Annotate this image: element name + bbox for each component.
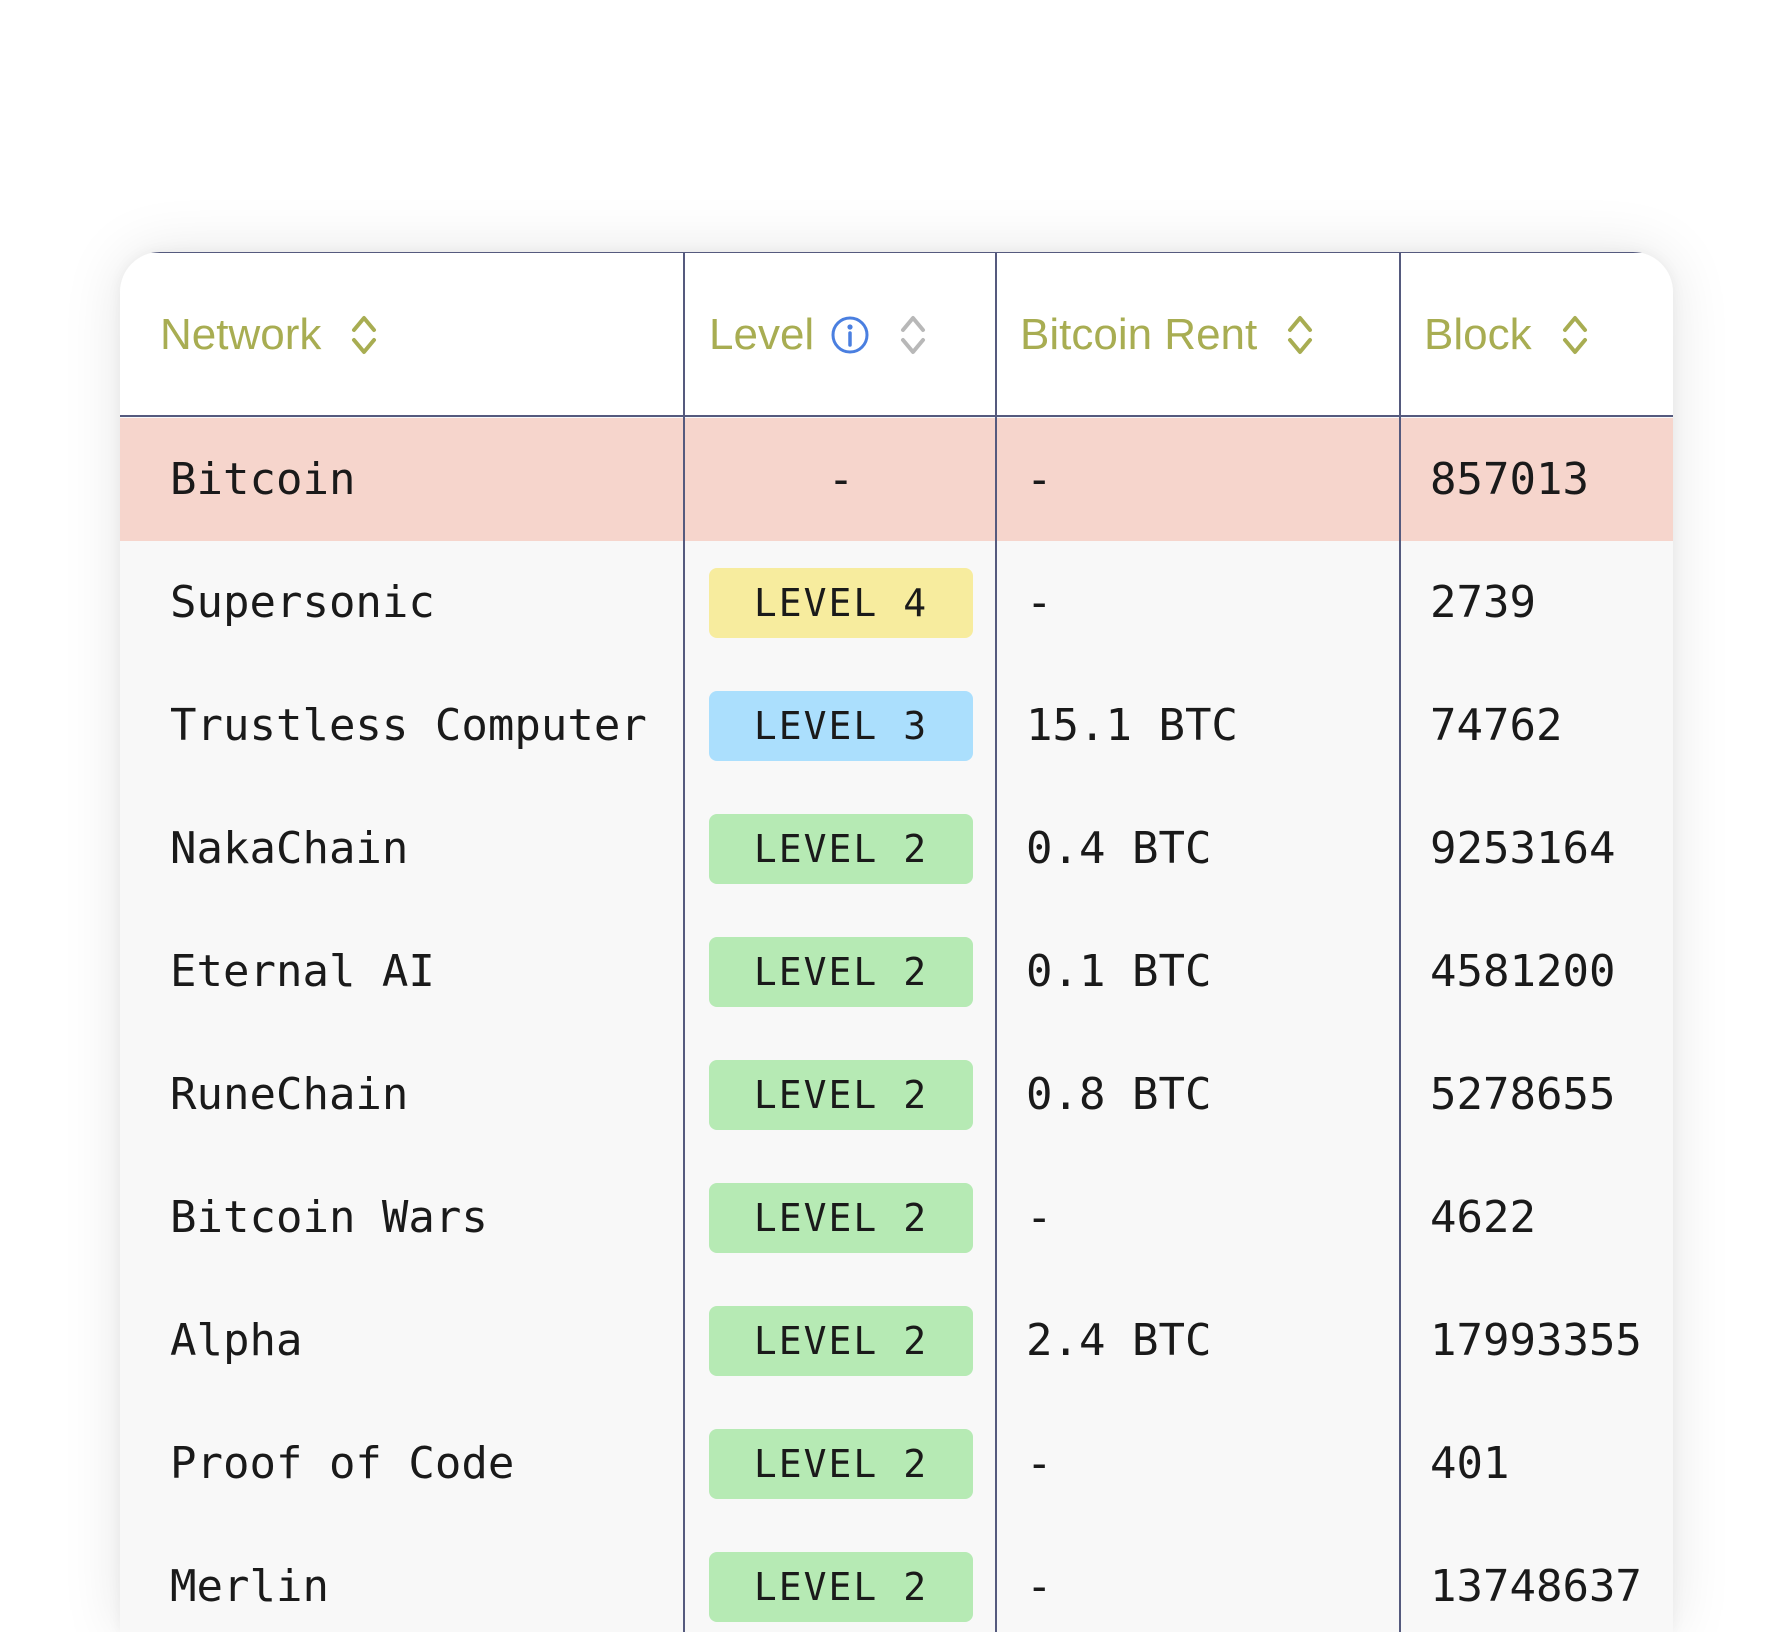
column-header-network[interactable]: Network: [160, 252, 379, 417]
column-header-bitcoin-rent[interactable]: Bitcoin Rent: [1020, 252, 1315, 417]
table-row[interactable]: Bitcoin - - 857013: [120, 418, 1673, 541]
level-cell: LEVEL 2: [709, 1402, 973, 1525]
sort-updown-icon[interactable]: [1285, 312, 1315, 358]
network-cell: Supersonic: [170, 577, 435, 628]
level-badge: LEVEL 2: [709, 1551, 973, 1622]
bitcoin-rent-cell: -: [1026, 1192, 1053, 1243]
bitcoin-rent-cell: 15.1 BTC: [1026, 700, 1238, 751]
column-header-label: Block: [1424, 309, 1532, 359]
level-cell: LEVEL 4: [709, 541, 973, 664]
level-cell: LEVEL 2: [709, 1156, 973, 1279]
block-cell: 17993355: [1430, 1315, 1642, 1366]
level-cell: LEVEL 2: [709, 787, 973, 910]
level-cell: LEVEL 2: [709, 1279, 973, 1402]
column-header-label: Bitcoin Rent: [1020, 309, 1258, 359]
table-row[interactable]: Eternal AI LEVEL 2 0.1 BTC 4581200: [120, 910, 1673, 1033]
table-row[interactable]: Proof of Code LEVEL 2 - 401: [120, 1402, 1673, 1525]
network-cell: Proof of Code: [170, 1438, 515, 1489]
bitcoin-rent-cell: -: [1026, 454, 1053, 505]
bitcoin-rent-cell: 0.4 BTC: [1026, 823, 1212, 874]
column-divider: [683, 252, 685, 1632]
bitcoin-rent-cell: -: [1026, 1561, 1053, 1612]
level-badge: LEVEL 2: [709, 813, 973, 884]
table-row[interactable]: NakaChain LEVEL 2 0.4 BTC 9253164: [120, 787, 1673, 910]
level-cell: LEVEL 3: [709, 664, 973, 787]
block-cell: 4622: [1430, 1192, 1536, 1243]
sort-updown-icon[interactable]: [898, 312, 928, 358]
bitcoin-rent-cell: -: [1026, 1438, 1053, 1489]
column-header-label: Network: [160, 309, 322, 359]
block-cell: 2739: [1430, 577, 1536, 628]
network-cell: Eternal AI: [170, 946, 435, 997]
table-row[interactable]: Alpha LEVEL 2 2.4 BTC 17993355: [120, 1279, 1673, 1402]
networks-table: Network Level Bitcoin Rent Block Bitcoin…: [120, 252, 1673, 1632]
column-divider: [1399, 252, 1401, 1632]
block-cell: 401: [1430, 1438, 1510, 1489]
level-cell: LEVEL 2: [709, 910, 973, 1033]
level-badge: LEVEL 2: [709, 936, 973, 1007]
sort-updown-icon[interactable]: [1560, 312, 1590, 358]
info-icon[interactable]: [830, 315, 870, 355]
bitcoin-rent-cell: -: [1026, 577, 1053, 628]
bitcoin-rent-cell: 2.4 BTC: [1026, 1315, 1212, 1366]
network-cell: NakaChain: [170, 823, 409, 874]
level-cell: -: [827, 454, 855, 505]
network-cell: RuneChain: [170, 1069, 409, 1120]
network-cell: Bitcoin: [170, 454, 356, 505]
level-cell: LEVEL 2: [709, 1525, 973, 1632]
level-badge: LEVEL 2: [709, 1182, 973, 1253]
table-row[interactable]: Merlin LEVEL 2 - 13748637: [120, 1525, 1673, 1632]
network-cell: Bitcoin Wars: [170, 1192, 488, 1243]
block-cell: 5278655: [1430, 1069, 1616, 1120]
column-header-level[interactable]: Level: [709, 252, 928, 417]
table-row[interactable]: Supersonic LEVEL 4 - 2739: [120, 541, 1673, 664]
table-row[interactable]: Bitcoin Wars LEVEL 2 - 4622: [120, 1156, 1673, 1279]
level-badge: LEVEL 2: [709, 1428, 973, 1499]
network-cell: Trustless Computer: [170, 700, 647, 751]
block-cell: 74762: [1430, 700, 1563, 751]
block-cell: 857013: [1430, 454, 1589, 505]
level-badge: LEVEL 2: [709, 1059, 973, 1130]
level-badge: LEVEL 3: [709, 690, 973, 761]
block-cell: 13748637: [1430, 1561, 1642, 1612]
sort-updown-icon[interactable]: [349, 312, 379, 358]
level-badge: LEVEL 2: [709, 1305, 973, 1376]
column-header-label: Level: [709, 309, 815, 359]
level-badge: LEVEL 4: [709, 567, 973, 638]
column-divider: [995, 252, 997, 1632]
bitcoin-rent-cell: 0.8 BTC: [1026, 1069, 1212, 1120]
block-cell: 9253164: [1430, 823, 1616, 874]
column-header-block[interactable]: Block: [1424, 252, 1590, 417]
network-cell: Alpha: [170, 1315, 303, 1366]
block-cell: 4581200: [1430, 946, 1616, 997]
level-cell: LEVEL 2: [709, 1033, 973, 1156]
network-cell: Merlin: [170, 1561, 329, 1612]
table-row[interactable]: Trustless Computer LEVEL 3 15.1 BTC 7476…: [120, 664, 1673, 787]
bitcoin-rent-cell: 0.1 BTC: [1026, 946, 1212, 997]
table-row[interactable]: RuneChain LEVEL 2 0.8 BTC 5278655: [120, 1033, 1673, 1156]
